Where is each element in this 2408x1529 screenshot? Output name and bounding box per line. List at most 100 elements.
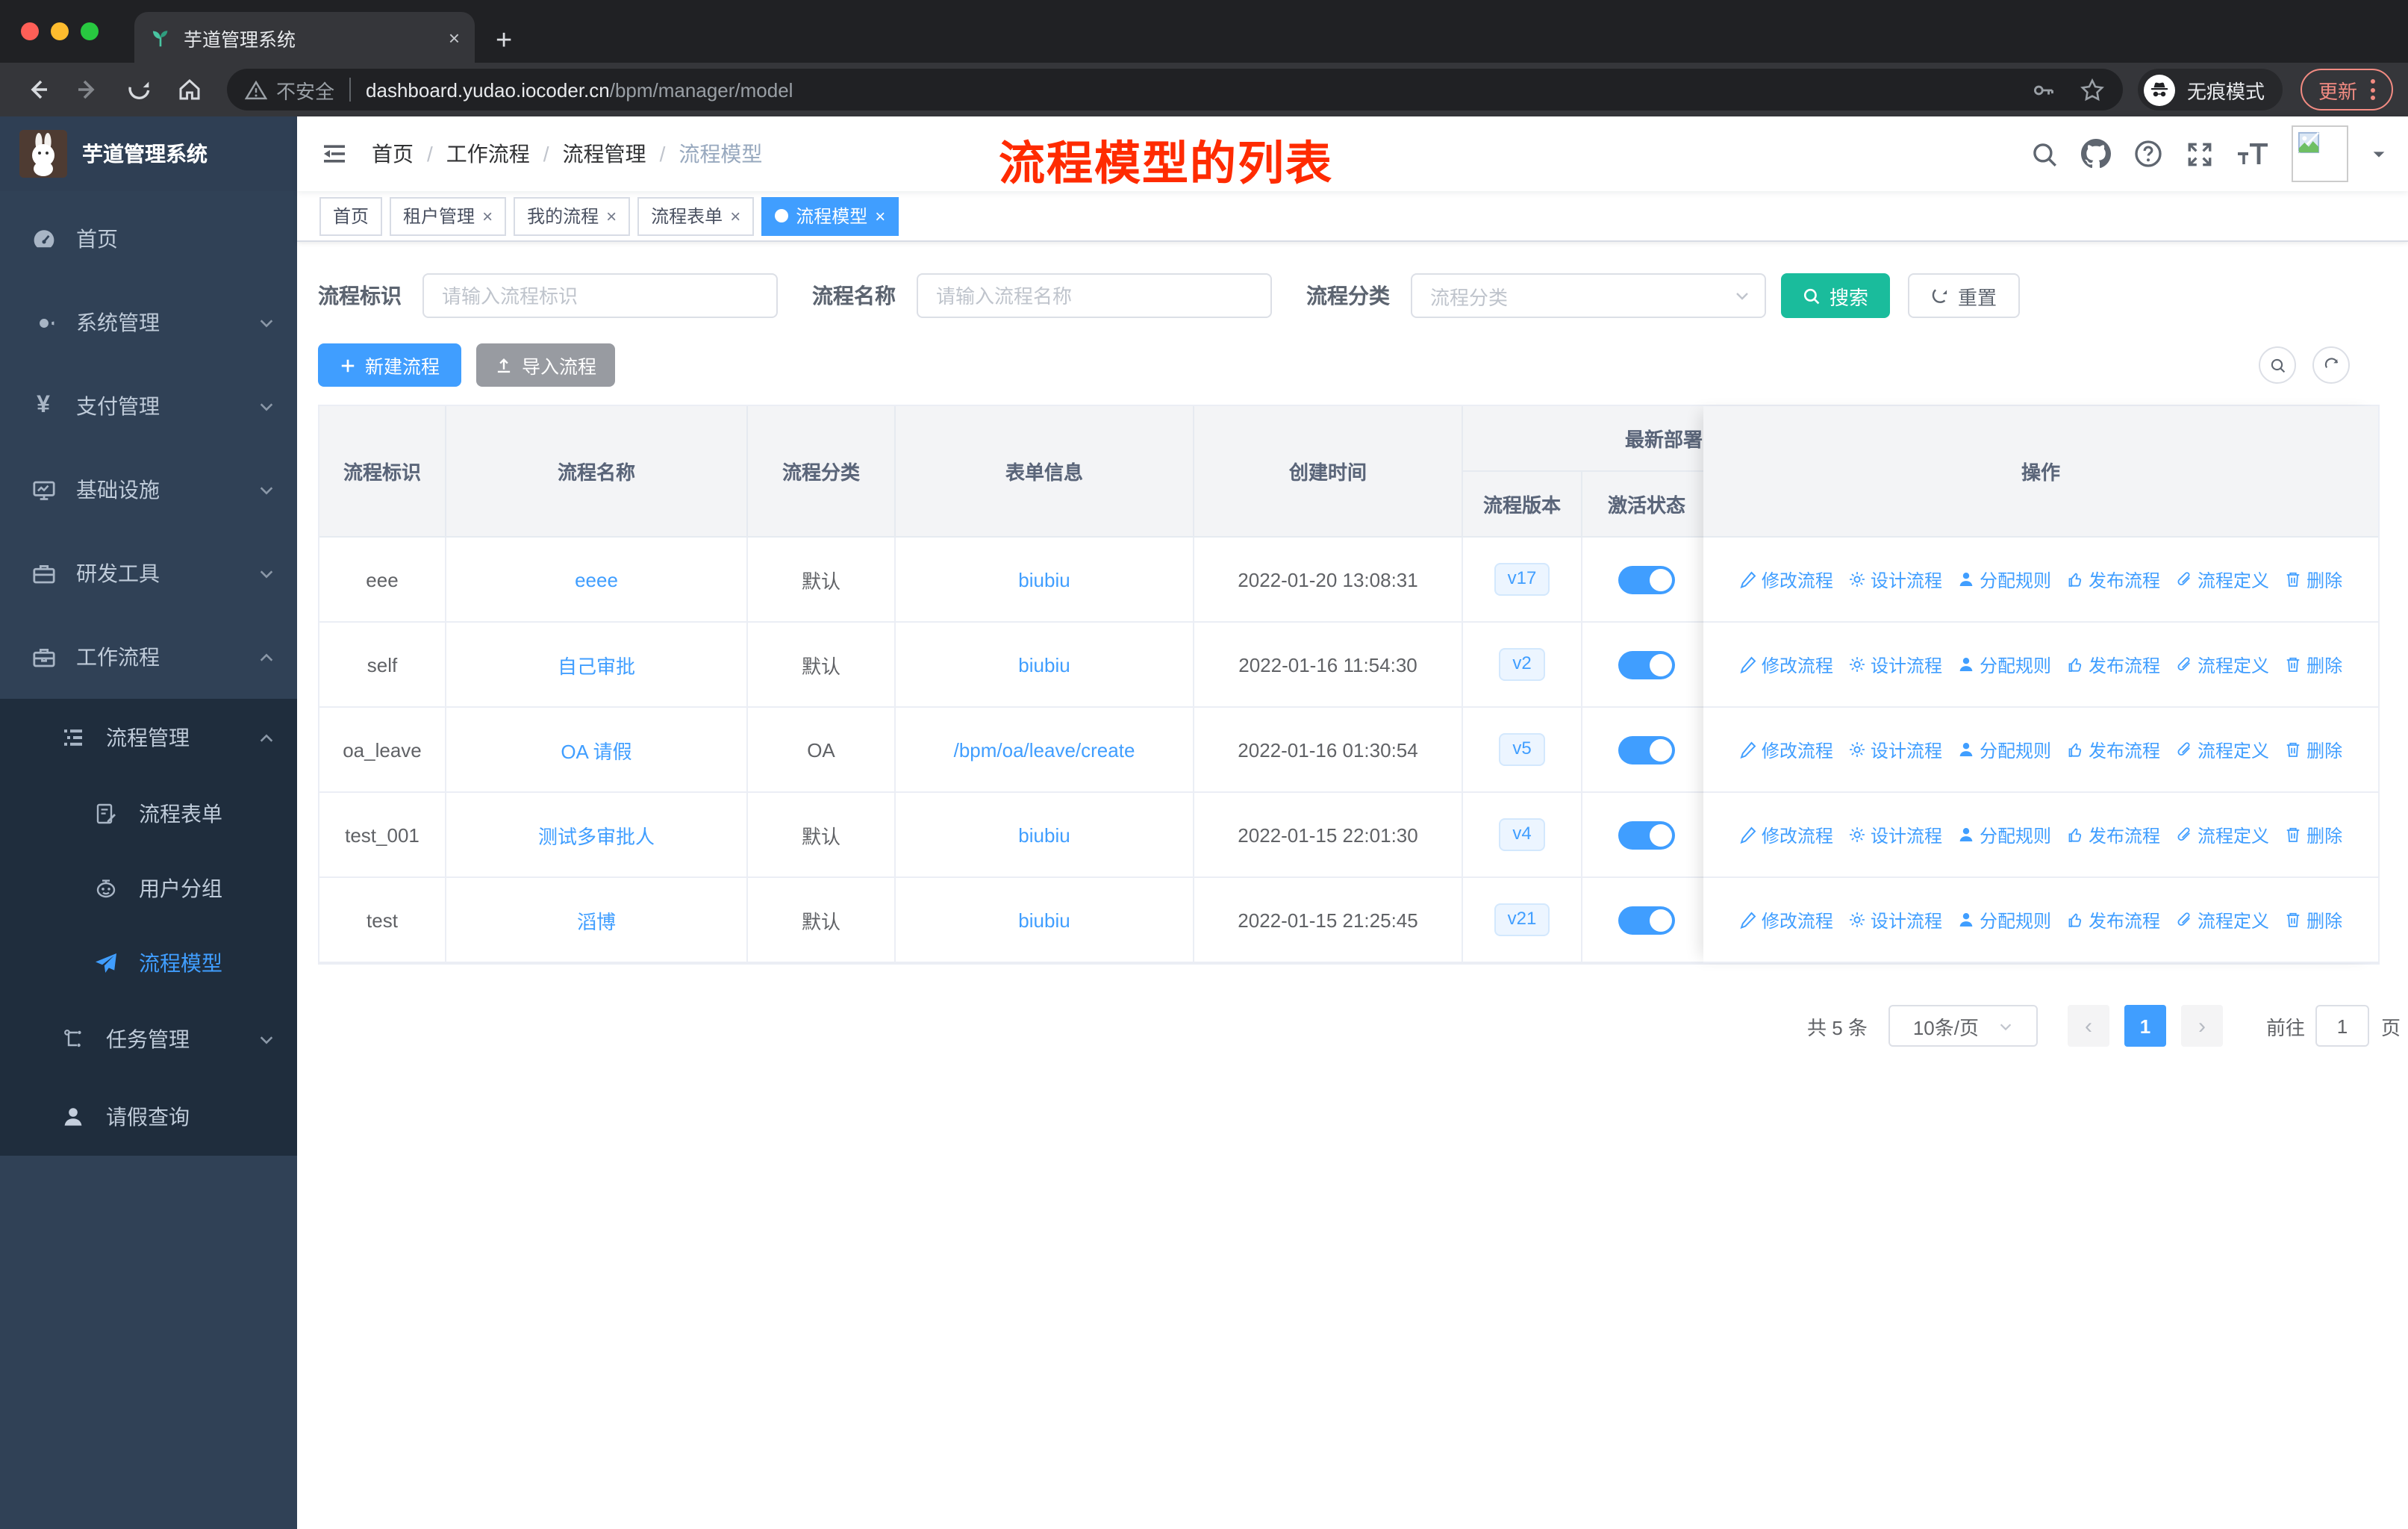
- assign-rule-link[interactable]: 分配规则: [1957, 822, 2051, 847]
- tag-close-icon[interactable]: ×: [606, 205, 617, 226]
- zoom-window-button[interactable]: [81, 22, 99, 40]
- form-info-link[interactable]: /bpm/oa/leave/create: [954, 738, 1135, 761]
- search-icon[interactable]: [2030, 140, 2059, 168]
- next-page-button[interactable]: ›: [2180, 1005, 2223, 1047]
- caret-down-icon[interactable]: [2371, 146, 2387, 162]
- sidebar-item-process-mgmt[interactable]: 流程管理: [0, 699, 297, 776]
- page-size-select[interactable]: 10条/页: [1888, 1005, 2038, 1047]
- home-icon[interactable]: [167, 67, 212, 112]
- bookmark-star-icon[interactable]: [2080, 77, 2105, 102]
- process-name-link[interactable]: 自己审批: [558, 650, 635, 679]
- minimize-window-button[interactable]: [51, 22, 69, 40]
- page-1-button[interactable]: 1: [2124, 1005, 2166, 1047]
- publish-process-link[interactable]: 发布流程: [2066, 737, 2160, 762]
- active-toggle[interactable]: [1618, 565, 1675, 594]
- search-button[interactable]: 搜索: [1781, 273, 1890, 318]
- browser-menu-update-button[interactable]: 更新: [2300, 69, 2393, 110]
- active-toggle[interactable]: [1618, 906, 1675, 934]
- assign-rule-link[interactable]: 分配规则: [1957, 737, 2051, 762]
- publish-process-link[interactable]: 发布流程: [2066, 567, 2160, 592]
- sidebar-item-task-mgmt[interactable]: 任务管理: [0, 1000, 297, 1078]
- reload-icon[interactable]: [116, 67, 161, 112]
- delete-link[interactable]: 删除: [2284, 567, 2342, 592]
- tag-tenant[interactable]: 租户管理 ×: [390, 196, 507, 235]
- breadcrumb-item[interactable]: 工作流程: [446, 139, 530, 169]
- sidebar-item-leave-query[interactable]: 请假查询: [0, 1078, 297, 1156]
- assign-rule-link[interactable]: 分配规则: [1957, 567, 2051, 592]
- process-definition-link[interactable]: 流程定义: [2175, 822, 2269, 847]
- design-process-link[interactable]: 设计流程: [1848, 567, 1942, 592]
- process-definition-link[interactable]: 流程定义: [2175, 737, 2269, 762]
- tag-my-process[interactable]: 我的流程 ×: [514, 196, 631, 235]
- address-bar[interactable]: 不安全 dashboard.yudao.iocoder.cn/bpm/manag…: [227, 69, 2123, 110]
- form-info-link[interactable]: biubiu: [1018, 568, 1070, 591]
- edit-process-link[interactable]: 修改流程: [1739, 737, 1833, 762]
- font-size-icon[interactable]: [2236, 140, 2269, 167]
- process-definition-link[interactable]: 流程定义: [2175, 907, 2269, 932]
- tag-home[interactable]: 首页: [319, 196, 383, 235]
- delete-link[interactable]: 删除: [2284, 907, 2342, 932]
- publish-process-link[interactable]: 发布流程: [2066, 652, 2160, 677]
- sidebar-item-workflow[interactable]: 工作流程: [0, 615, 297, 699]
- category-select[interactable]: 流程分类: [1411, 273, 1766, 318]
- form-info-link[interactable]: biubiu: [1018, 823, 1070, 846]
- tab-close-icon[interactable]: ×: [449, 26, 460, 49]
- key-icon[interactable]: [2030, 77, 2056, 102]
- sidebar-item-devtools[interactable]: 研发工具: [0, 532, 297, 615]
- design-process-link[interactable]: 设计流程: [1848, 907, 1942, 932]
- publish-process-link[interactable]: 发布流程: [2066, 907, 2160, 932]
- sidebar-item-process-form[interactable]: 流程表单: [0, 776, 297, 851]
- process-key-input[interactable]: [422, 273, 778, 318]
- form-info-link[interactable]: biubiu: [1018, 909, 1070, 931]
- fullscreen-icon[interactable]: [2186, 140, 2214, 168]
- sidebar-item-user-group[interactable]: 用户分组: [0, 851, 297, 926]
- breadcrumb-item[interactable]: 流程管理: [563, 139, 646, 169]
- process-name-link[interactable]: OA 请假: [561, 735, 631, 764]
- sidebar-item-system[interactable]: 系统管理: [0, 281, 297, 364]
- design-process-link[interactable]: 设计流程: [1848, 822, 1942, 847]
- kebab-menu-icon[interactable]: [2371, 79, 2375, 100]
- active-toggle[interactable]: [1618, 735, 1675, 764]
- back-icon[interactable]: [15, 67, 60, 112]
- delete-link[interactable]: 删除: [2284, 652, 2342, 677]
- process-name-link[interactable]: 滔博: [577, 906, 616, 934]
- sidebar-item-home[interactable]: 首页: [0, 197, 297, 281]
- tag-close-icon[interactable]: ×: [730, 205, 740, 226]
- new-tab-button[interactable]: +: [496, 27, 512, 55]
- assign-rule-link[interactable]: 分配规则: [1957, 652, 2051, 677]
- reset-button[interactable]: 重置: [1908, 273, 2020, 318]
- create-process-button[interactable]: 新建流程: [318, 343, 461, 387]
- delete-link[interactable]: 删除: [2284, 822, 2342, 847]
- design-process-link[interactable]: 设计流程: [1848, 737, 1942, 762]
- goto-page-input[interactable]: [2315, 1005, 2369, 1047]
- form-info-link[interactable]: biubiu: [1018, 653, 1070, 676]
- close-window-button[interactable]: [21, 22, 39, 40]
- process-name-link[interactable]: eeee: [575, 568, 618, 591]
- edit-process-link[interactable]: 修改流程: [1739, 652, 1833, 677]
- active-toggle[interactable]: [1618, 650, 1675, 679]
- sidebar-item-infrastructure[interactable]: 基础设施: [0, 448, 297, 532]
- avatar[interactable]: [2292, 125, 2348, 182]
- tag-process-model-active[interactable]: 流程模型 ×: [761, 196, 899, 235]
- delete-link[interactable]: 删除: [2284, 737, 2342, 762]
- process-definition-link[interactable]: 流程定义: [2175, 652, 2269, 677]
- help-icon[interactable]: [2133, 139, 2163, 169]
- forward-icon[interactable]: [66, 67, 110, 112]
- breadcrumb-item[interactable]: 首页: [372, 139, 414, 169]
- sidebar-item-process-model[interactable]: 流程模型: [0, 926, 297, 1000]
- process-name-link[interactable]: 测试多审批人: [538, 820, 655, 849]
- design-process-link[interactable]: 设计流程: [1848, 652, 1942, 677]
- process-name-input[interactable]: [917, 273, 1272, 318]
- hide-search-circle-button[interactable]: [2259, 346, 2296, 384]
- edit-process-link[interactable]: 修改流程: [1739, 822, 1833, 847]
- import-process-button[interactable]: 导入流程: [476, 343, 615, 387]
- refresh-circle-button[interactable]: [2312, 346, 2350, 384]
- publish-process-link[interactable]: 发布流程: [2066, 822, 2160, 847]
- sidebar-item-payment[interactable]: ¥ 支付管理: [0, 364, 297, 448]
- active-toggle[interactable]: [1618, 820, 1675, 849]
- tag-close-icon[interactable]: ×: [482, 205, 493, 226]
- assign-rule-link[interactable]: 分配规则: [1957, 907, 2051, 932]
- github-icon[interactable]: [2081, 139, 2111, 169]
- sidebar-fold-icon[interactable]: [321, 140, 348, 167]
- tag-process-form[interactable]: 流程表单 ×: [637, 196, 755, 235]
